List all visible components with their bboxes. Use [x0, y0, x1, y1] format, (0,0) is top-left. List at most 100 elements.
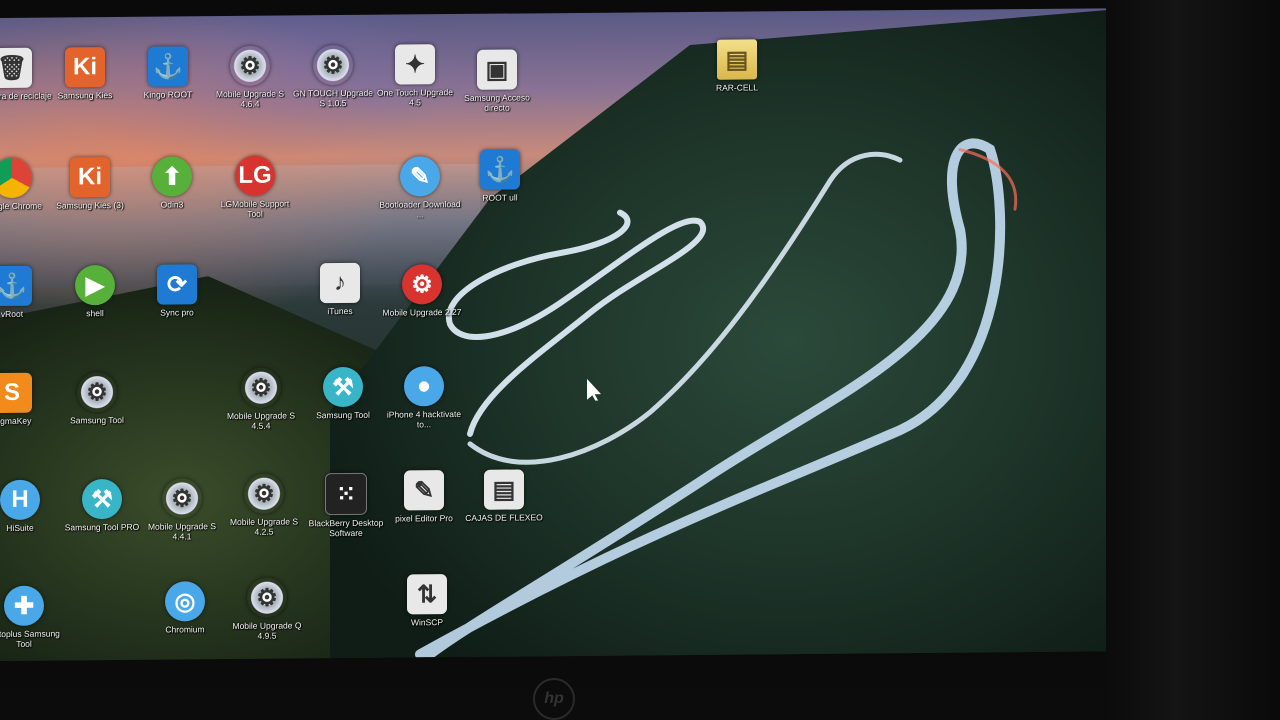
monitor-bezel-right: [1105, 0, 1280, 720]
desktop-icon-label: Samsung Acceso directo: [464, 92, 530, 113]
desktop-icon-label: Samsung Tool: [70, 414, 124, 426]
desktop-icon-kingo-root[interactable]: ⚓ Kingo ROOT: [126, 46, 210, 100]
desktop-icon-label: Mobile Upgrade S 4.5.4: [226, 410, 296, 431]
desktop-icon-mobile-upgrade-s441[interactable]: ⚙ Mobile Upgrade S 4.4.1: [140, 478, 224, 542]
iphone-hacktivate-icon: ●: [404, 366, 444, 407]
desktop-icon-label: vRoot: [0, 308, 24, 319]
desktop-icon-bootloader-download[interactable]: ✎ Bootloader Download ...: [378, 156, 462, 220]
desktop-icon-mobile-upgrade-s425[interactable]: ⚙ Mobile Upgrade S 4.2.5: [222, 473, 306, 537]
desktop-icon-label: shell: [86, 308, 104, 319]
desktop-icon-label: Mobile Upgrade S 4.2.5: [229, 516, 299, 537]
desktop-icon-sync-tool[interactable]: ⟳ Sync pro: [135, 264, 219, 318]
kingo-root-icon: ⚓: [148, 46, 188, 87]
desktop-icon-label: Mobile Upgrade 2.27: [382, 306, 462, 318]
sigmakey-icon: S: [0, 372, 32, 414]
desktop-icon-samsung-kies[interactable]: Ki Samsung Kies: [43, 47, 127, 101]
mobile-upgrade-s454-icon: ⚙: [241, 367, 281, 408]
desktop-icon-label: Odin3: [160, 199, 184, 210]
desktop-icon-label: Bootloader Download ...: [379, 198, 461, 220]
desktop-icon-label: Samsung Kies (3): [56, 199, 124, 211]
itunes-icon: ♪: [320, 262, 360, 304]
desktop-icon-label: pixel Editor Pro: [395, 513, 453, 524]
root-app-icon: ⚓: [480, 149, 520, 190]
desktop-icon-octoplus-samsung[interactable]: ✚ Octoplus Samsung Tool: [0, 585, 66, 649]
desktop-icon-mobile-upgrade-s454[interactable]: ⚙ Mobile Upgrade S 4.5.4: [219, 367, 303, 431]
desktop-icon-mobile-upgrade-q495[interactable]: ⚙ Mobile Upgrade Q 4.9.5: [225, 577, 309, 641]
desktop-icon-pixel-editor-pro[interactable]: ✎ pixel Editor Pro: [382, 470, 466, 524]
cajas-de-flexeo-icon: ▤: [484, 469, 524, 510]
hp-logo: hp: [533, 678, 575, 720]
desktop-icon-samsung-tool-pro[interactable]: ⚒ Samsung Tool PRO: [60, 478, 144, 533]
desktop-icon-sigmakey[interactable]: S SigmaKey: [0, 372, 54, 427]
desktop-icon-label: LGMobile Support Tool: [220, 198, 290, 219]
desktop-icon-label: Samsung Tool: [316, 409, 370, 421]
mobile-upgrade-q495-icon: ⚙: [247, 577, 287, 618]
desktop-icon-label: Google Chrome: [0, 200, 42, 212]
samsung-kies-icon: Ki: [65, 47, 105, 88]
samsung-tool-2-icon: ⚒: [323, 366, 363, 408]
desktop-icon-label: Mobile Upgrade S 4.6.4: [215, 88, 285, 109]
samsung-acceso-icon: ▣: [477, 49, 517, 90]
desktop-icon-samsung-tool-1[interactable]: ⚙ Samsung Tool: [55, 371, 139, 426]
desktop-icon-label: SigmaKey: [0, 415, 32, 427]
desktop-icon-label: GN TOUCH Upgrade S 1.0.5: [293, 87, 373, 109]
desktop-screen: 🗑 Papelera de reciclaje Ki Samsung Kies ⚓ Kin…: [0, 8, 1106, 662]
desktop-icon-chromium[interactable]: ◎ Chromium: [143, 581, 227, 635]
desktop-icon-iphone-hacktivate[interactable]: ● iPhone 4 hacktivate to...: [382, 366, 466, 430]
vroot-icon: ⚓: [0, 265, 32, 307]
desktop-icon-label: HiSuite: [6, 522, 34, 533]
desktop-icon-samsung-kies-3[interactable]: Ki Samsung Kies (3): [48, 157, 132, 211]
desktop-icon-label: Chromium: [165, 624, 205, 635]
desktop-icon-itunes[interactable]: ♪ iTunes: [298, 262, 382, 317]
desktop-icon-google-chrome[interactable]: Google Chrome: [0, 157, 54, 212]
desktop-icon-samsung-acceso[interactable]: ▣ Samsung Acceso directo: [455, 49, 539, 113]
desktop-icon-label: Kingo ROOT: [143, 89, 193, 100]
samsung-kies-3-icon: Ki: [70, 157, 110, 198]
desktop-icon-gn-touch-upgrade[interactable]: ⚙ GN TOUCH Upgrade S 1.0.5: [291, 44, 375, 109]
desktop-icon-label: RAR-CELL: [715, 82, 759, 93]
desktop-icon-mobile-upgrade-227[interactable]: ⚙ Mobile Upgrade 2.27: [380, 264, 464, 318]
lg-mobile-support-icon: LG: [235, 155, 275, 196]
gn-touch-upgrade-icon: ⚙: [313, 44, 353, 86]
desktop-icon-rar-cell[interactable]: ▤ RAR-CELL: [695, 39, 779, 93]
shell-icon: ▶: [75, 264, 115, 306]
mobile-upgrade-227-icon: ⚙: [402, 264, 442, 305]
wallpaper-light-trails: [415, 138, 1018, 660]
desktop-icon-vroot[interactable]: ⚓ vRoot: [0, 265, 54, 320]
chromium-icon: ◎: [165, 581, 205, 622]
hisuite-icon: H: [0, 479, 40, 520]
winscp-icon: ⇅: [407, 574, 447, 615]
desktop-icon-label: iTunes: [327, 305, 353, 317]
desktop-icon-label: Samsung Kies: [57, 90, 113, 101]
desktop-icon-label: One Touch Upgrade 4.5: [377, 87, 453, 108]
desktop-icon-hisuite[interactable]: H HiSuite: [0, 479, 62, 533]
desktop-icon-blackberry-desktop[interactable]: ⁙ BlackBerry Desktop Software: [304, 472, 388, 539]
desktop-icon-label: Samsung Tool PRO: [64, 521, 140, 533]
desktop-icon-label: BlackBerry Desktop Software: [308, 517, 384, 539]
desktop-icon-label: Mobile Upgrade Q 4.9.5: [232, 620, 302, 641]
desktop-icon-label: iPhone 4 hacktivate to...: [386, 408, 462, 430]
desktop-icon-label: Octoplus Samsung Tool: [0, 628, 60, 649]
desktop-icon-root-app[interactable]: ⚓ ROOT ull: [458, 149, 542, 203]
google-chrome-icon: [0, 157, 32, 199]
desktop-icon-label: Mobile Upgrade S 4.4.1: [147, 521, 217, 542]
octoplus-samsung-icon: ✚: [4, 585, 44, 626]
desktop-icon-cajas-de-flexeo[interactable]: ▤ CAJAS DE FLEXEO: [462, 469, 546, 523]
blackberry-desktop-icon: ⁙: [325, 472, 367, 516]
desktop-icon-one-touch-upgrade[interactable]: ✦ One Touch Upgrade 4.5: [373, 44, 457, 108]
pixel-editor-pro-icon: ✎: [404, 470, 444, 511]
sync-tool-icon: ⟳: [157, 264, 197, 305]
desktop-icon-label: ROOT ull: [482, 192, 518, 203]
desktop-icon-odin[interactable]: ⬆ Odin3: [130, 156, 214, 210]
desktop-icon-shell[interactable]: ▶ shell: [53, 264, 137, 319]
recycle-bin-icon: 🗑: [0, 47, 32, 89]
desktop-icon-winscp[interactable]: ⇅ WinSCP: [385, 574, 469, 628]
desktop-icon-mobile-upgrade-1[interactable]: ⚙ Mobile Upgrade S 4.6.4: [208, 45, 292, 109]
one-touch-upgrade-icon: ✦: [395, 44, 435, 85]
desktop-icon-samsung-tool-2[interactable]: ⚒ Samsung Tool: [301, 366, 385, 421]
samsung-tool-pro-icon: ⚒: [82, 478, 122, 520]
desktop-icon-lg-mobile-support[interactable]: LG LGMobile Support Tool: [213, 155, 297, 219]
desktop-icon-label: CAJAS DE FLEXEO: [465, 512, 543, 523]
samsung-tool-1-icon: ⚙: [77, 371, 117, 413]
mobile-upgrade-1-icon: ⚙: [230, 45, 270, 86]
